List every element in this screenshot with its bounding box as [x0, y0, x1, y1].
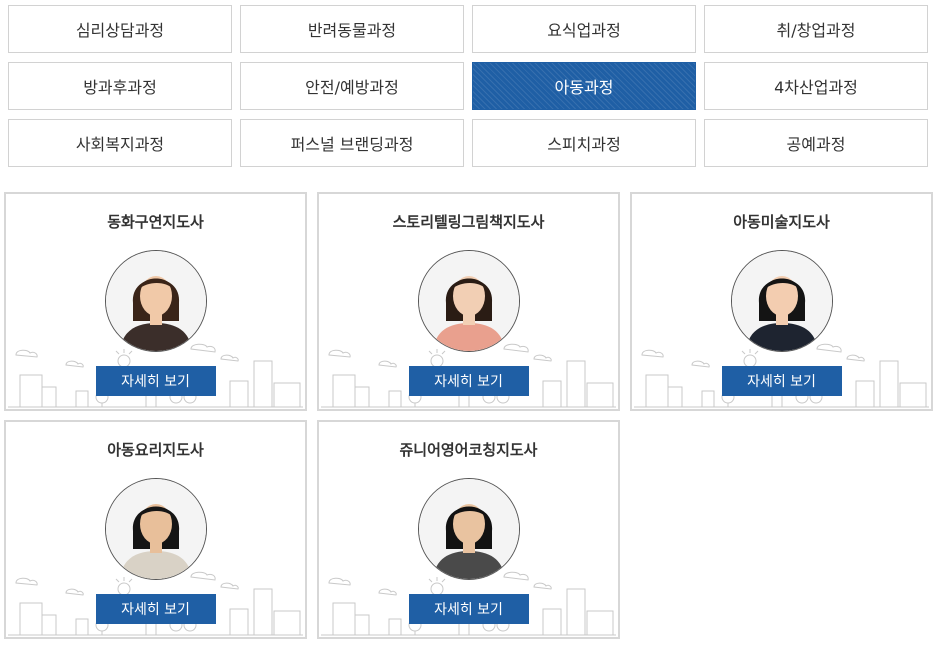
category-tab-8[interactable]: 4차산업과정	[704, 62, 928, 110]
category-tab-grid: 심리상담과정 반려동물과정 요식업과정 취/창업과정방과후과정 안전/예방과정 아동과정 4…	[8, 5, 928, 167]
person-photo-icon	[731, 251, 832, 351]
category-tab-9[interactable]: 사회복지과정	[8, 119, 232, 167]
person-photo-icon	[105, 479, 206, 579]
course-title: 스토리텔링그림책지도사	[392, 213, 545, 231]
category-tab-label: 반려동물과정	[307, 21, 397, 40]
course-card-grid: 동화구연지도사 자세히 보기 스토리텔링그림책지도사 자세히 보기 아동미술지도…	[4, 192, 933, 639]
course-title: 동화구연지도사	[107, 213, 204, 231]
category-tab-label: 방과후과정	[83, 78, 157, 97]
course-card: 아동요리지도사 자세히 보기	[4, 420, 307, 639]
category-tab-label: 사회복지과정	[75, 135, 165, 154]
category-tab-label: 아동과정	[554, 78, 614, 97]
instructor-avatar	[104, 250, 207, 352]
instructor-avatar	[730, 250, 833, 352]
category-tab-label: 요식업과정	[547, 21, 621, 40]
category-tab-6[interactable]: 안전/예방과정	[240, 62, 464, 110]
category-tab-label: 퍼스널 브랜딩과정	[290, 135, 414, 154]
view-details-label: 자세히 보기	[121, 602, 190, 618]
instructor-avatar	[417, 250, 520, 352]
view-details-label: 자세히 보기	[434, 602, 503, 618]
view-details-button[interactable]: 자세히 보기	[721, 366, 842, 396]
person-photo-icon	[418, 251, 519, 351]
view-details-label: 자세히 보기	[121, 374, 190, 390]
person-photo-icon	[418, 479, 519, 579]
person-photo-icon	[105, 251, 206, 351]
category-tab-7[interactable]: 아동과정	[472, 62, 696, 110]
view-details-button[interactable]: 자세히 보기	[408, 366, 529, 396]
category-tab-12[interactable]: 공예과정	[704, 119, 928, 167]
course-title: 아동요리지도사	[107, 441, 204, 459]
view-details-button[interactable]: 자세히 보기	[95, 366, 216, 396]
instructor-avatar	[417, 478, 520, 580]
category-tab-1[interactable]: 심리상담과정	[8, 5, 232, 53]
category-tab-2[interactable]: 반려동물과정	[240, 5, 464, 53]
course-card: 쥬니어영어코칭지도사 자세히 보기	[317, 420, 620, 639]
category-tab-label: 취/창업과정	[776, 21, 856, 40]
category-tab-label: 4차산업과정	[774, 78, 858, 97]
category-tab-4[interactable]: 취/창업과정	[704, 5, 928, 53]
category-tab-label: 안전/예방과정	[305, 78, 399, 97]
course-title: 아동미술지도사	[733, 213, 830, 231]
category-tab-label: 공예과정	[786, 135, 846, 154]
course-card: 동화구연지도사 자세히 보기	[4, 192, 307, 411]
course-title: 쥬니어영어코칭지도사	[399, 441, 538, 459]
category-tab-10[interactable]: 퍼스널 브랜딩과정	[240, 119, 464, 167]
instructor-avatar	[104, 478, 207, 580]
category-tab-3[interactable]: 요식업과정	[472, 5, 696, 53]
view-details-label: 자세히 보기	[434, 374, 503, 390]
course-card: 스토리텔링그림책지도사 자세히 보기	[317, 192, 620, 411]
category-tab-11[interactable]: 스피치과정	[472, 119, 696, 167]
course-card: 아동미술지도사 자세히 보기	[630, 192, 933, 411]
category-tab-label: 스피치과정	[547, 135, 621, 154]
view-details-label: 자세히 보기	[747, 374, 816, 390]
category-tab-5[interactable]: 방과후과정	[8, 62, 232, 110]
category-tab-label: 심리상담과정	[75, 21, 165, 40]
view-details-button[interactable]: 자세히 보기	[408, 594, 529, 624]
view-details-button[interactable]: 자세히 보기	[95, 594, 216, 624]
